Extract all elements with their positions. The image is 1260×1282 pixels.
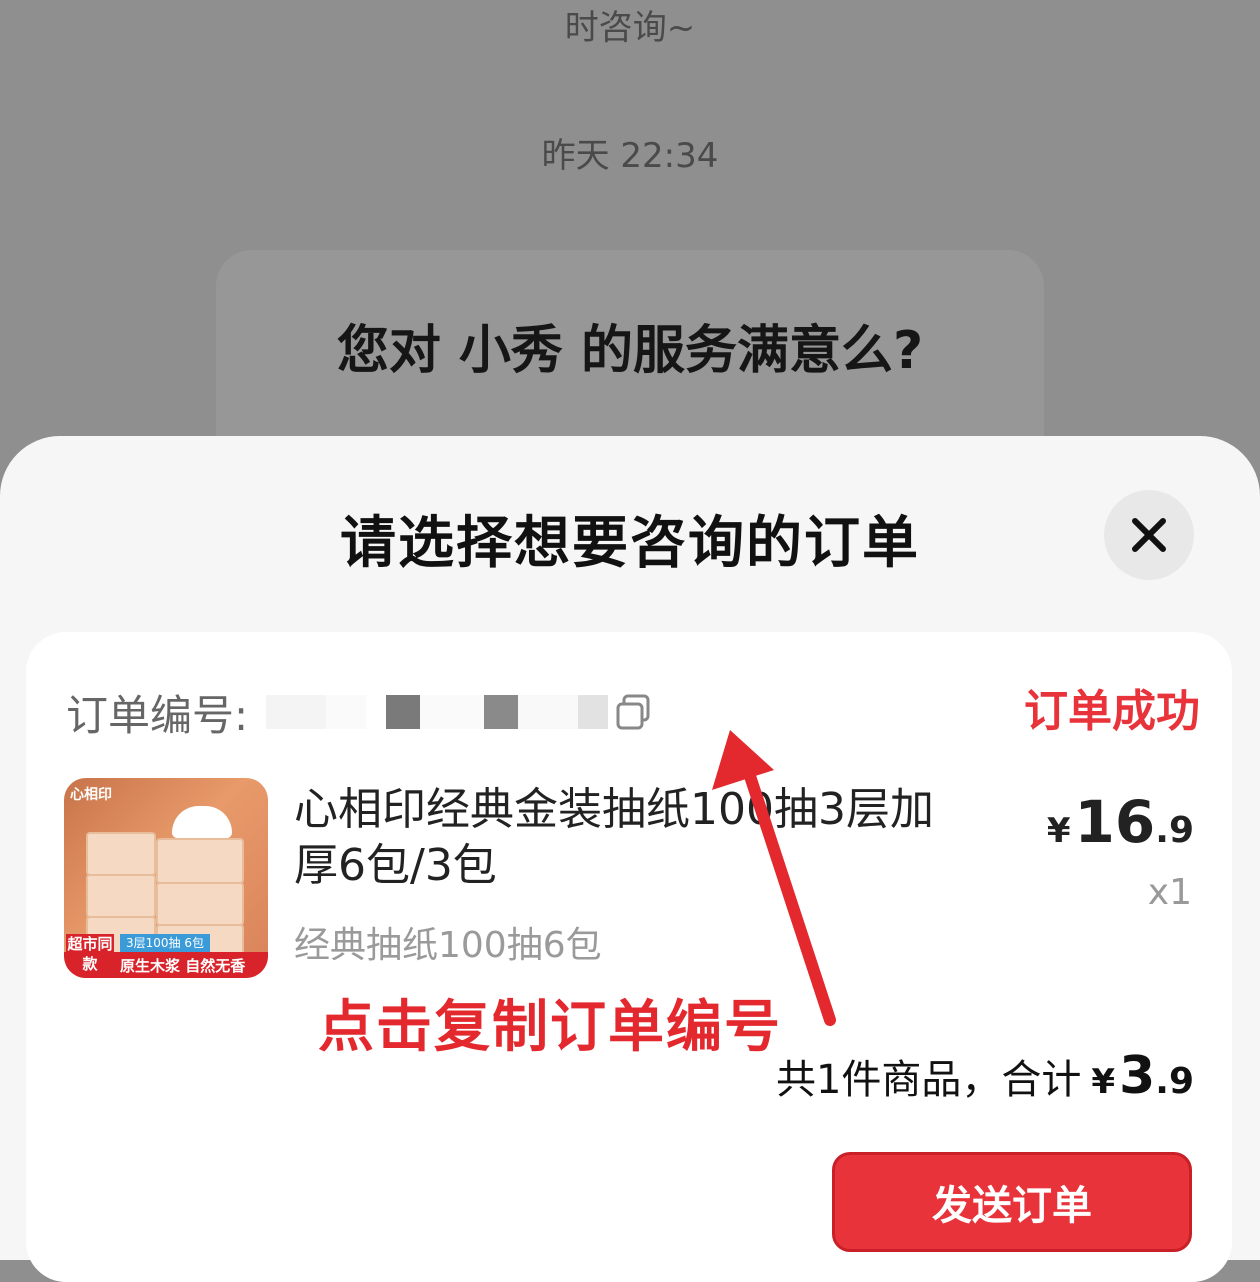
total-currency: ¥	[1091, 1062, 1116, 1102]
chat-background: 时咨询~ 昨天 22:34 您对 小秀 的服务满意么?	[0, 0, 1260, 480]
chat-message-partial: 时咨询~	[564, 8, 696, 48]
total-integer: 3	[1119, 1046, 1156, 1106]
total-decimal: .9	[1155, 1061, 1194, 1102]
price-currency: ¥	[1046, 811, 1071, 851]
order-select-sheet: 请选择想要咨询的订单 订单编号: 订单成功 心相印 3层100抽 6包 原生木浆…	[0, 436, 1260, 1282]
product-title: 心相印经典金装抽纸100抽3层加厚6包/3包	[294, 784, 934, 891]
order-number-label: 订单编号:	[66, 690, 249, 740]
thumb-badge: 3层100抽 6包	[120, 934, 210, 952]
survey-question: 您对 小秀 的服务满意么?	[336, 321, 924, 381]
product-quantity: x1	[1147, 872, 1192, 913]
annotation-text: 点击复制订单编号	[318, 995, 782, 1060]
product-spec: 经典抽纸100抽6包	[294, 925, 602, 966]
order-status: 订单成功	[1024, 686, 1200, 737]
product-thumbnail[interactable]: 心相印 3层100抽 6包 原生木浆 自然无香 超市同款	[64, 778, 268, 978]
close-icon	[1132, 518, 1166, 552]
send-order-button[interactable]: 发送订单	[832, 1152, 1192, 1252]
close-button[interactable]	[1104, 490, 1194, 580]
price-integer: 16	[1074, 788, 1156, 856]
copy-icon[interactable]	[614, 692, 654, 732]
order-card[interactable]: 订单编号: 订单成功 心相印 3层100抽 6包 原生木浆 自然无香 超市同款 …	[26, 632, 1232, 1282]
order-number-row: 订单编号:	[66, 682, 654, 742]
thumb-tag: 超市同款	[66, 934, 114, 978]
sheet-title: 请选择想要咨询的订单	[340, 511, 920, 576]
brand-logo: 心相印	[70, 787, 112, 803]
order-number-masked	[266, 695, 609, 729]
total-label: 共1件商品，合计	[775, 1057, 1082, 1103]
order-total: 共1件商品，合计 ¥ 3 .9	[776, 1046, 1194, 1106]
product-price: ¥ 16 .9	[1047, 788, 1194, 856]
chat-timestamp: 昨天 22:34	[541, 136, 719, 176]
price-decimal: .9	[1155, 810, 1194, 851]
